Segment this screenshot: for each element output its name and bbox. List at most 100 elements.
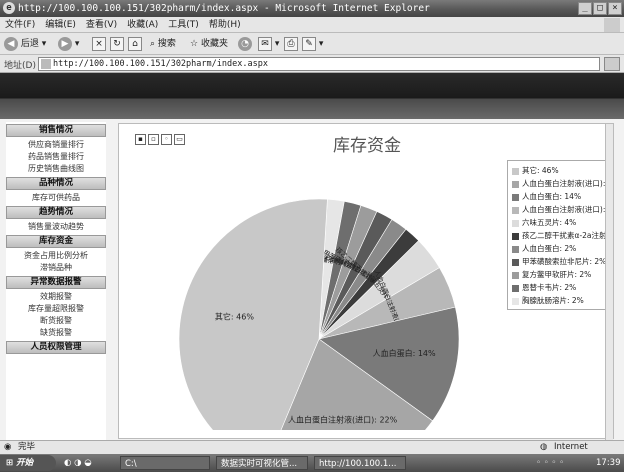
toolbar: ◀ 后退 ▾ ▶ ▾ × ↻ ⌂ ⌕ 搜索 ☆ 收藏夹 ◔ ✉ ▾ ⎙ ✎ ▾: [0, 33, 624, 55]
legend-item: 孩乙二醇干扰素α-2a注射液: 2%: [512, 230, 612, 241]
sidebar-section-title[interactable]: 趋势情况: [6, 206, 106, 219]
legend-item: 六味五灵片: 4%: [512, 217, 612, 228]
sidebar-link[interactable]: 库存量超限报警: [6, 303, 106, 315]
window-title-bar: e http://100.100.100.151/302pharm/index.…: [0, 0, 624, 17]
print-button[interactable]: ⎙: [284, 36, 298, 52]
sidebar-link[interactable]: 药品销售量排行: [6, 151, 106, 163]
legend-swatch: [512, 258, 519, 266]
sidebar-section-title[interactable]: 库存资金: [6, 235, 106, 248]
sidebar-section-title[interactable]: 异常数据报警: [6, 276, 106, 289]
quick-launch-icons[interactable]: ◐ ◑ ◒: [64, 454, 92, 472]
task-dataviz[interactable]: 数据实时可视化管...: [216, 456, 308, 470]
address-bar: 地址(D) http://100.100.100.151/302pharm/in…: [0, 55, 624, 73]
legend-item: 人血白蛋白: 2%: [512, 243, 612, 254]
menu-help[interactable]: 帮助(H): [204, 17, 246, 33]
sidebar-link[interactable]: 历史销售曲线图: [6, 163, 106, 175]
task-explorer[interactable]: C:\: [120, 456, 210, 470]
page-content: 销售情况供应商销量排行 药品销售量排行 历史销售曲线图 品种情况库存可供药品 趋势情况销…: [0, 119, 624, 440]
legend-label: 人血白蛋白注射液(进口): 22%: [522, 179, 612, 188]
home-icon: ⌂: [128, 36, 142, 51]
go-button[interactable]: [604, 57, 620, 71]
legend-swatch: [512, 167, 519, 175]
sidebar-link[interactable]: 供应商销量排行: [6, 139, 106, 151]
legend-label: 其它: 46%: [522, 166, 559, 175]
menu-tools[interactable]: 工具(T): [163, 17, 204, 33]
sidebar-link[interactable]: 断货报警: [6, 315, 106, 327]
menu-view[interactable]: 查看(V): [81, 17, 122, 33]
legend-label: 复方鳖甲软肝片: 2%: [522, 270, 592, 279]
legend-item: 人血白蛋白注射液(进口): 5%: [512, 204, 612, 215]
sidebar-link[interactable]: 缺货报警: [6, 327, 106, 339]
status-bar: ◉ 完毕 ◍ Internet: [0, 440, 624, 454]
menu-favorites[interactable]: 收藏(A): [122, 17, 163, 33]
status-icon: ◉: [4, 442, 12, 452]
legend-swatch: [512, 193, 519, 201]
edit-button[interactable]: ✎ ▾: [302, 36, 323, 52]
refresh-icon: ↻: [110, 36, 124, 51]
menu-bar: 文件(F) 编辑(E) 查看(V) 收藏(A) 工具(T) 帮助(H): [0, 17, 624, 33]
forward-arrow-icon: ▶: [58, 36, 72, 51]
search-icon: ⌕: [150, 39, 156, 49]
slice-label: 人血白蛋白注射液(进口): 22%: [288, 415, 398, 425]
legend-swatch: [512, 232, 519, 240]
sidebar-section-title[interactable]: 品种情况: [6, 177, 106, 190]
sidebar-link[interactable]: 库存可供药品: [6, 192, 106, 204]
legend-item: 甲苯磺酸索拉非尼片: 2%: [512, 256, 612, 267]
home-button[interactable]: ⌂: [128, 36, 142, 52]
legend-swatch: [512, 284, 519, 292]
sidebar-link[interactable]: 销售量波动趋势: [6, 221, 106, 233]
sidebar-section-title[interactable]: 人员权限管理: [6, 341, 106, 354]
status-text: 完毕: [18, 442, 36, 452]
close-button[interactable]: ×: [608, 2, 622, 15]
legend-swatch: [512, 206, 519, 214]
windows-logo-icon: [604, 18, 620, 32]
history-button[interactable]: ◔: [238, 36, 252, 52]
legend-label: 人血白蛋白: 14%: [522, 192, 582, 201]
legend-item: 人血白蛋白: 14%: [512, 191, 612, 202]
star-icon: ☆: [190, 39, 199, 49]
history-icon: ◔: [238, 36, 252, 51]
chart-legend: 其它: 46% 人血白蛋白注射液(进口): 22% 人血白蛋白: 14% 人血白蛋白注…: [507, 160, 613, 310]
back-button[interactable]: ◀ 后退 ▾: [4, 36, 46, 52]
legend-label: 恩替卡韦片: 2%: [522, 283, 577, 292]
start-button[interactable]: ⊞ 开始: [0, 455, 56, 471]
address-label: 地址(D): [4, 61, 36, 71]
sidebar-section-title[interactable]: 销售情况: [6, 124, 106, 137]
legend-label: 人血白蛋白注射液(进口): 5%: [522, 205, 612, 214]
refresh-button[interactable]: ↻: [110, 36, 124, 52]
stop-button[interactable]: ×: [92, 36, 106, 52]
legend-item: 人血白蛋白注射液(进口): 22%: [512, 178, 612, 189]
sidebar-link[interactable]: 效期报警: [6, 291, 106, 303]
search-button[interactable]: ⌕ 搜索: [150, 36, 176, 52]
site-banner: [0, 73, 624, 119]
legend-label: 六味五灵片: 4%: [522, 218, 577, 227]
tray-icons: ◦ ◦ ◦ ◦: [536, 458, 565, 468]
address-input[interactable]: http://100.100.100.151/302pharm/index.as…: [38, 57, 600, 71]
edit-icon: ✎: [302, 36, 316, 51]
print-icon: ⎙: [284, 36, 298, 51]
legend-label: 甲苯磺酸索拉非尼片: 2%: [522, 257, 607, 266]
menu-file[interactable]: 文件(F): [0, 17, 40, 33]
forward-button[interactable]: ▶ ▾: [58, 36, 79, 52]
menu-edit[interactable]: 编辑(E): [40, 17, 81, 33]
sidebar: 销售情况供应商销量排行 药品销售量排行 历史销售曲线图 品种情况库存可供药品 趋势情况销…: [6, 122, 106, 440]
maximize-button[interactable]: □: [593, 2, 607, 15]
ie-icon: e: [3, 2, 15, 14]
windows-logo-icon: ⊞: [6, 458, 14, 468]
slice-label: 其它: 46%: [215, 311, 254, 321]
favorites-button[interactable]: ☆ 收藏夹: [190, 36, 228, 52]
window-title: http://100.100.100.151/302pharm/index.as…: [18, 3, 430, 14]
vertical-scrollbar[interactable]: [605, 124, 613, 440]
stop-icon: ×: [92, 36, 106, 51]
pie-chart: 胸腺肽肠溶片: 2%恩替卡韦片: 2%复方鳖甲软肝片: 2%甲苯磺酸索拉非尼片:…: [178, 198, 460, 430]
sidebar-link[interactable]: 滞销品种: [6, 262, 106, 274]
sidebar-link[interactable]: 资金占用比例分析: [6, 250, 106, 262]
legend-swatch: [512, 297, 519, 305]
minimize-button[interactable]: _: [578, 2, 592, 15]
clock: 17:39: [596, 458, 621, 468]
mail-button[interactable]: ✉ ▾: [258, 36, 279, 52]
back-arrow-icon: ◀: [4, 36, 18, 51]
legend-label: 人血白蛋白: 2%: [522, 244, 577, 253]
task-ie[interactable]: http://100.100.1...: [314, 456, 406, 470]
legend-item: 胸腺肽肠溶片: 2%: [512, 295, 612, 306]
